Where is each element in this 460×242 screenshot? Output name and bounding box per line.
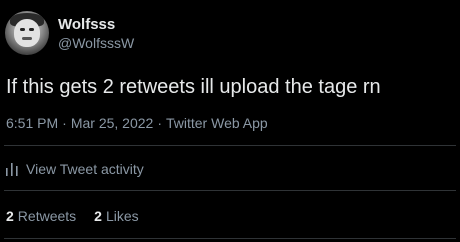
tweet-stats: 2 Retweets 2 Likes xyxy=(6,207,157,225)
retweets-count: 2 xyxy=(6,208,14,224)
likes-label: Likes xyxy=(105,208,139,224)
avatar-eye-right xyxy=(29,28,34,31)
view-tweet-activity-link[interactable]: View Tweet activity xyxy=(6,160,144,178)
author-names: Wolfsss @WolfsssW xyxy=(58,15,134,52)
author-handle[interactable]: @WolfsssW xyxy=(58,34,134,52)
avatar-face xyxy=(14,19,40,47)
retweets-stat[interactable]: 2 Retweets xyxy=(6,207,76,225)
divider xyxy=(4,238,456,239)
likes-stat[interactable]: 2 Likes xyxy=(94,207,138,225)
retweets-label: Retweets xyxy=(17,208,77,224)
avatar-mouth xyxy=(22,37,32,40)
avatar[interactable] xyxy=(5,11,49,55)
author-display-name[interactable]: Wolfsss xyxy=(58,15,134,34)
view-tweet-activity-label: View Tweet activity xyxy=(26,161,144,177)
tweet-author[interactable]: Wolfsss @WolfsssW xyxy=(5,8,134,58)
tweet-date[interactable]: Mar 25, 2022 xyxy=(71,115,154,131)
tweet-client[interactable]: Twitter Web App xyxy=(166,115,268,131)
likes-count: 2 xyxy=(94,208,102,224)
meta-separator: · xyxy=(157,115,162,131)
divider xyxy=(4,145,456,146)
tweet-card: Wolfsss @WolfsssW If this gets 2 retweet… xyxy=(0,0,460,242)
tweet-metadata: 6:51 PM · Mar 25, 2022 · Twitter Web App xyxy=(6,114,268,132)
activity-bars-icon xyxy=(6,162,18,176)
avatar-eye-left xyxy=(20,28,25,31)
tweet-text: If this gets 2 retweets ill upload the t… xyxy=(6,76,381,98)
meta-separator: · xyxy=(62,115,67,131)
tweet-time[interactable]: 6:51 PM xyxy=(6,115,58,131)
divider xyxy=(4,190,456,191)
